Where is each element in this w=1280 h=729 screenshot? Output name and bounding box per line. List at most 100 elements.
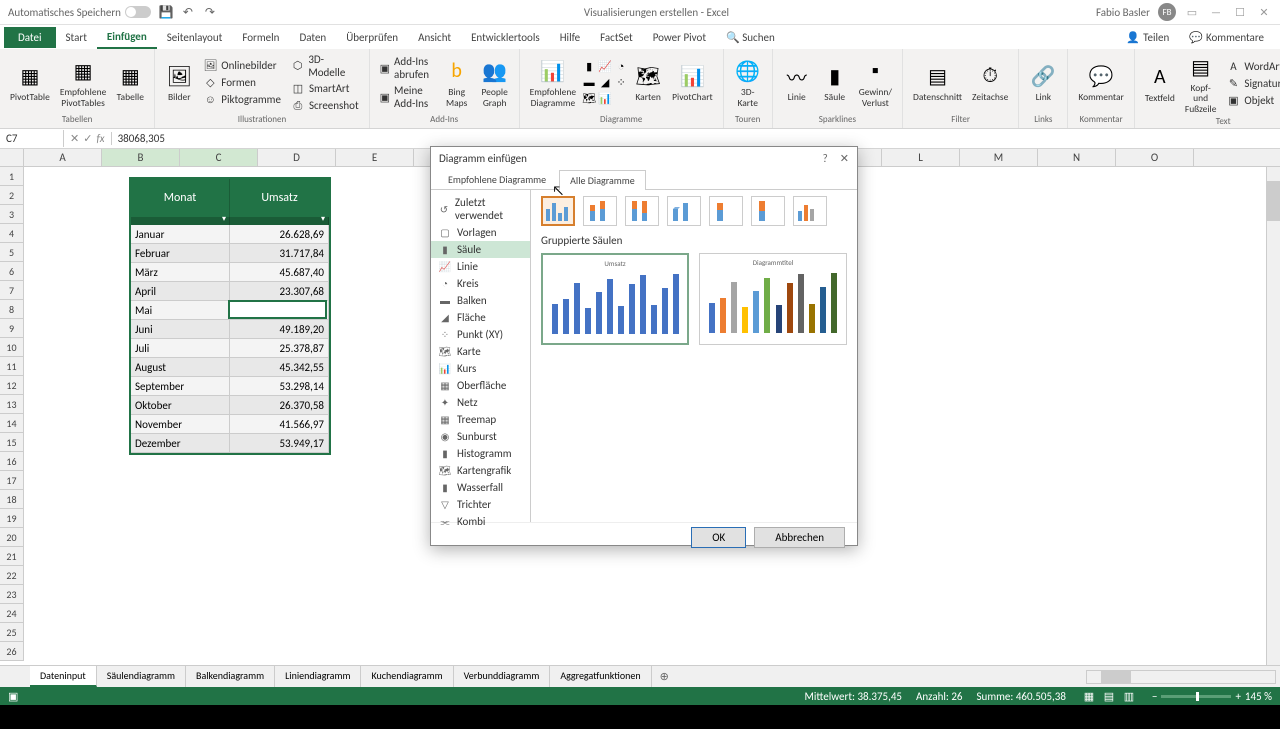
- tab-all-charts[interactable]: Alle Diagramme: [559, 170, 646, 190]
- table-row[interactable]: November41.566,97: [131, 415, 329, 434]
- cat-scatter[interactable]: ⁘Punkt (XY): [431, 326, 530, 343]
- chart-stock-icon[interactable]: 📊: [598, 92, 612, 106]
- zoom-in-icon[interactable]: +: [1235, 690, 1240, 703]
- view-layout-icon[interactable]: ▤: [1100, 689, 1118, 703]
- cat-stock[interactable]: 📊Kurs: [431, 360, 530, 377]
- tab-recommended-charts[interactable]: Empfohlene Diagramme: [437, 169, 557, 189]
- cat-histogram[interactable]: ▮Histogramm: [431, 445, 530, 462]
- 3dmodels-button[interactable]: ⬡3D-Modelle: [287, 52, 363, 80]
- pictures-button[interactable]: 🖼Bilder: [161, 60, 197, 104]
- ok-button[interactable]: OK: [691, 527, 746, 548]
- sheet-tab[interactable]: Dateninput: [30, 666, 97, 687]
- signature-button[interactable]: ✎Signaturzelle: [1222, 76, 1280, 92]
- cat-radar[interactable]: ✦Netz: [431, 394, 530, 411]
- ribbon-options-icon[interactable]: ▭: [1184, 4, 1200, 20]
- autosave-toggle[interactable]: Automatisches Speichern: [8, 6, 151, 19]
- cat-waterfall[interactable]: ▮Wasserfall: [431, 479, 530, 496]
- cat-sunburst[interactable]: ◉Sunburst: [431, 428, 530, 445]
- row-header-11[interactable]: 11: [0, 357, 24, 376]
- row-header-26[interactable]: 26: [0, 642, 24, 661]
- chart-line-icon[interactable]: 📈: [598, 60, 612, 74]
- smartart-button[interactable]: ◫SmartArt: [287, 81, 363, 97]
- tab-factset[interactable]: FactSet: [590, 27, 643, 48]
- row-header-25[interactable]: 25: [0, 623, 24, 642]
- chart-map-icon[interactable]: 🗺: [582, 92, 596, 106]
- sheet-tab[interactable]: Liniendiagramm: [275, 666, 361, 687]
- table-row[interactable]: August45.342,55: [131, 358, 329, 377]
- get-addins-button[interactable]: ▣Add-Ins abrufen: [376, 54, 437, 82]
- col-header-B[interactable]: B: [102, 149, 180, 166]
- row-header-8[interactable]: 8: [0, 300, 24, 319]
- fx-icon[interactable]: fx: [96, 132, 104, 145]
- people-graph-button[interactable]: 👥People Graph: [477, 55, 513, 110]
- sheet-tab[interactable]: Aggregatfunktionen: [550, 666, 651, 687]
- subtype-3d-stacked[interactable]: [709, 196, 743, 226]
- wordart-button[interactable]: AWordArt: [1222, 59, 1280, 75]
- my-addins-button[interactable]: ▣Meine Add-Ins: [376, 83, 437, 111]
- dialog-close-icon[interactable]: ✕: [840, 152, 849, 165]
- chart-col-icon[interactable]: ▮: [582, 60, 596, 74]
- chart-pie-icon[interactable]: ◔: [614, 60, 628, 74]
- chart-area-icon[interactable]: ◢: [598, 76, 612, 90]
- table-row[interactable]: Juni49.189,20: [131, 320, 329, 339]
- horizontal-scrollbar[interactable]: [1086, 670, 1276, 684]
- subtype-3d-100stacked[interactable]: [751, 196, 785, 226]
- table-row[interactable]: März45.687,40: [131, 263, 329, 282]
- minimize-icon[interactable]: —: [1208, 4, 1224, 20]
- tab-seitenlayout[interactable]: Seitenlayout: [157, 27, 233, 48]
- row-header-4[interactable]: 4: [0, 224, 24, 243]
- maximize-icon[interactable]: ☐: [1232, 4, 1248, 20]
- table-row[interactable]: Juli25.378,87: [131, 339, 329, 358]
- chart-bar-icon[interactable]: ▬: [582, 76, 596, 90]
- share-button[interactable]: 👤 Teilen: [1118, 29, 1177, 46]
- chart-scatter-icon[interactable]: ⁘: [614, 76, 628, 90]
- row-header-15[interactable]: 15: [0, 433, 24, 452]
- cat-pie[interactable]: ◔Kreis: [431, 275, 530, 292]
- zoom-level[interactable]: 145 %: [1245, 690, 1272, 703]
- col-header-N[interactable]: N: [1038, 149, 1116, 166]
- row-header-14[interactable]: 14: [0, 414, 24, 433]
- row-header-17[interactable]: 17: [0, 471, 24, 490]
- view-normal-icon[interactable]: ▦: [1080, 689, 1098, 703]
- sparkline-winloss-button[interactable]: ▪Gewinn/ Verlust: [855, 55, 896, 110]
- table-header-monat[interactable]: Monat: [131, 179, 230, 217]
- tab-formeln[interactable]: Formeln: [232, 27, 289, 48]
- col-header-C[interactable]: C: [180, 149, 258, 166]
- cat-area[interactable]: ◢Fläche: [431, 309, 530, 326]
- subtype-clustered-column[interactable]: [541, 196, 575, 226]
- maps-button[interactable]: 🗺Karten: [630, 60, 666, 104]
- save-icon[interactable]: 💾: [159, 5, 173, 19]
- tab-start[interactable]: Start: [56, 27, 97, 48]
- row-header-13[interactable]: 13: [0, 395, 24, 414]
- row-header-20[interactable]: 20: [0, 528, 24, 547]
- vertical-scrollbar[interactable]: [1266, 167, 1280, 665]
- select-all-corner[interactable]: [0, 149, 24, 166]
- sparkline-col-button[interactable]: ▮Säule: [817, 60, 853, 104]
- row-header-23[interactable]: 23: [0, 585, 24, 604]
- table-row[interactable]: Mai38.068,31: [131, 301, 329, 320]
- redo-icon[interactable]: ↷: [203, 5, 217, 19]
- shapes-button[interactable]: ◇Formen: [199, 75, 285, 91]
- cat-surface[interactable]: ▦Oberfläche: [431, 377, 530, 394]
- tab-daten[interactable]: Daten: [289, 27, 336, 48]
- col-header-D[interactable]: D: [258, 149, 336, 166]
- table-row[interactable]: Januar26.628,69: [131, 225, 329, 244]
- online-pictures-button[interactable]: 🖼Onlinebilder: [199, 58, 285, 74]
- row-header-6[interactable]: 6: [0, 262, 24, 281]
- comment-button[interactable]: 💬Kommentar: [1074, 60, 1128, 104]
- enter-formula-icon[interactable]: ✓: [83, 132, 92, 145]
- tab-powerpivot[interactable]: Power Pivot: [643, 27, 716, 48]
- tab-ueberpruefen[interactable]: Überprüfen: [336, 27, 408, 48]
- cat-map[interactable]: 🗺Karte: [431, 343, 530, 360]
- add-sheet-button[interactable]: ⊕: [652, 667, 677, 686]
- col-header-M[interactable]: M: [960, 149, 1038, 166]
- search[interactable]: 🔍 Suchen: [716, 27, 785, 48]
- col-header-L[interactable]: L: [882, 149, 960, 166]
- row-header-18[interactable]: 18: [0, 490, 24, 509]
- row-header-5[interactable]: 5: [0, 243, 24, 262]
- recommended-pivot-button[interactable]: ▦Empfohlene PivotTables: [56, 55, 110, 110]
- slicer-button[interactable]: ▤Datenschnitt: [909, 60, 966, 104]
- cat-funnel[interactable]: ▽Trichter: [431, 496, 530, 513]
- col-header-E[interactable]: E: [336, 149, 414, 166]
- name-box[interactable]: C7: [0, 130, 64, 147]
